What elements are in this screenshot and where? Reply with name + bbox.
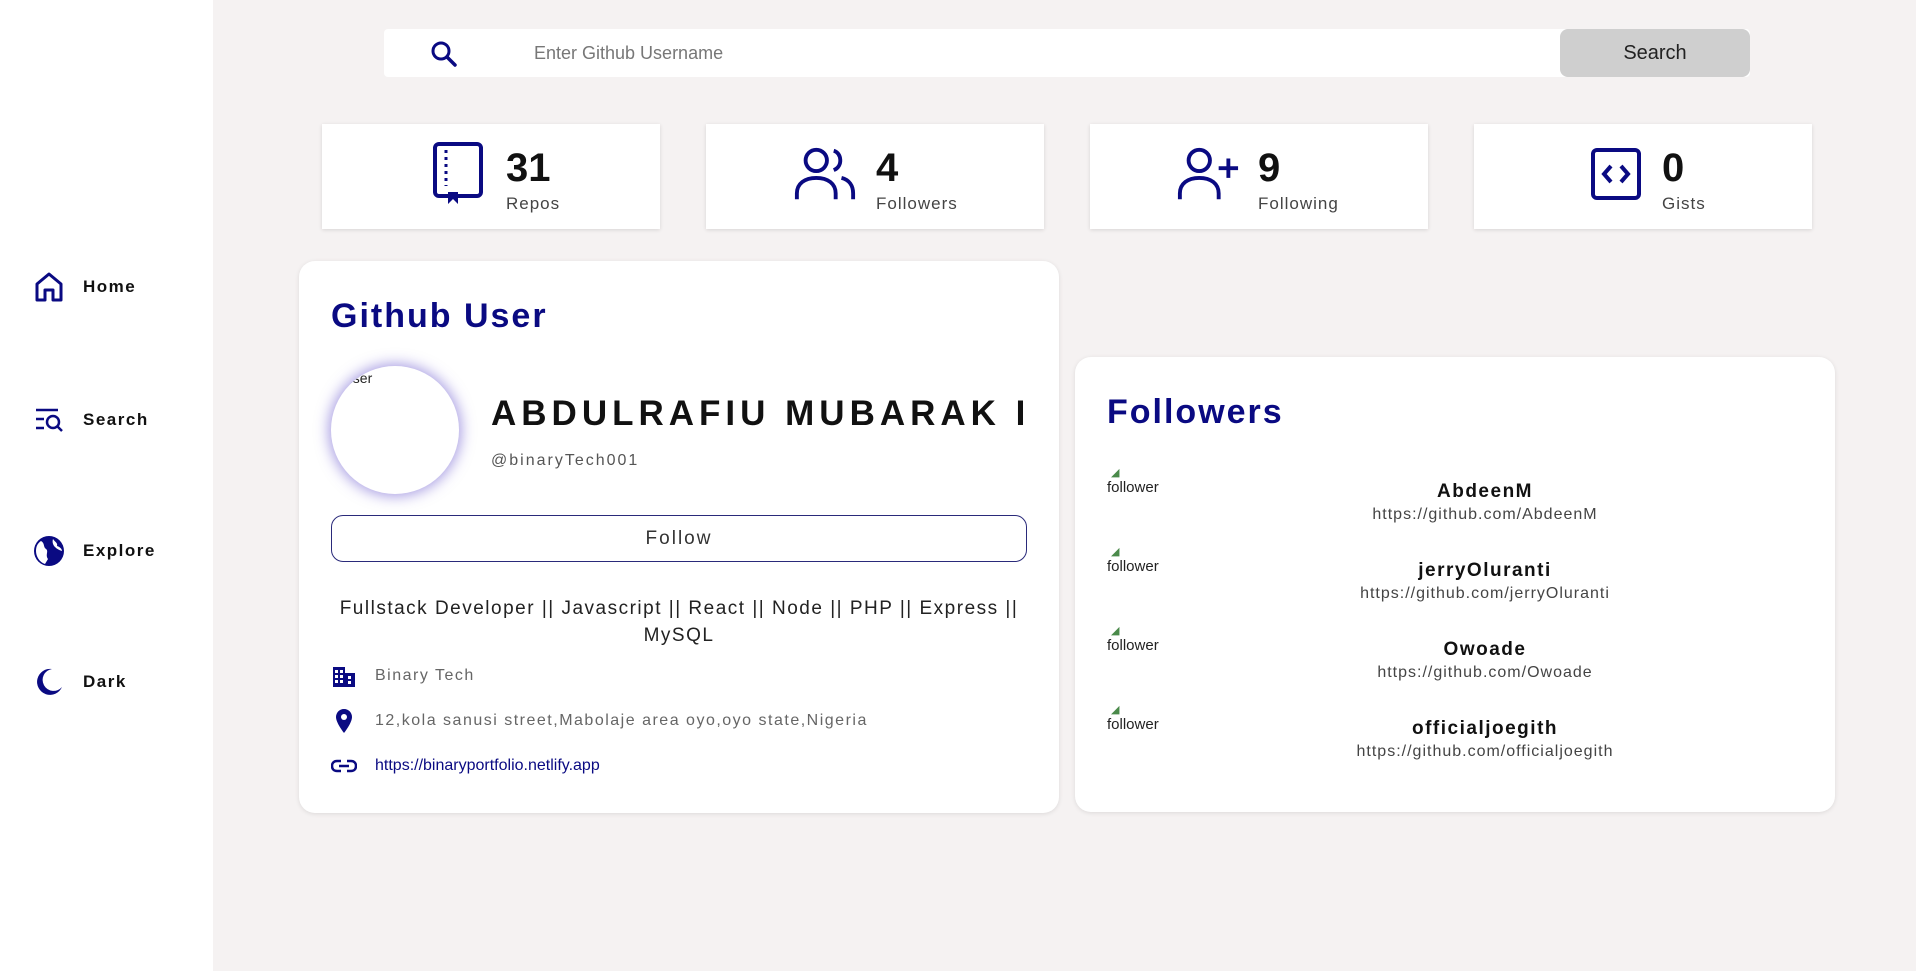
search-list-icon: [33, 404, 65, 436]
follower-url[interactable]: https://github.com/Owoade: [1207, 664, 1763, 682]
follower-url[interactable]: https://github.com/AbdeenM: [1207, 506, 1763, 524]
follower-url[interactable]: https://github.com/officialjoegith: [1207, 743, 1763, 761]
sidebar-item-explore[interactable]: Explore: [33, 535, 156, 567]
stat-card-gists: 0 Gists: [1474, 124, 1812, 229]
user-handle: @binaryTech001: [491, 452, 640, 469]
user-bio: Fullstack Developer || Javascript || Rea…: [339, 598, 1019, 646]
follower-avatar: ◢ follower: [1107, 546, 1177, 586]
stat-value: 9: [1258, 146, 1281, 190]
stat-value: 31: [506, 146, 551, 190]
users-icon: [793, 142, 857, 206]
company-row: Binary Tech: [331, 663, 475, 689]
follower-login: officialjoegith: [1412, 718, 1558, 739]
search-button[interactable]: Search: [1560, 29, 1750, 77]
book-icon: [426, 142, 490, 206]
home-icon: [33, 271, 65, 303]
avatar-alt-text: user: [345, 370, 373, 386]
followers-title: Followers: [1107, 393, 1284, 431]
moon-icon: [33, 666, 65, 698]
location-text: 12,kola sanusi street,Mabolaje area oyo,…: [375, 712, 868, 729]
search-bar: Search: [384, 29, 1750, 77]
blog-link[interactable]: https://binaryportfolio.netlify.app: [375, 757, 600, 775]
company-text: Binary Tech: [375, 667, 475, 684]
sidebar-item-label: Home: [83, 277, 137, 296]
follower-item[interactable]: ◢ follower officialjoegith https://githu…: [1107, 704, 1807, 774]
building-icon: [331, 663, 357, 689]
follower-avatar: ◢ follower: [1107, 625, 1177, 665]
stat-card-followers: 4 Followers: [706, 124, 1044, 229]
user-plus-icon: [1176, 142, 1240, 206]
user-card-title: Github User: [331, 297, 548, 335]
stat-card-repos: 31 Repos: [322, 124, 660, 229]
stat-value: 0: [1662, 146, 1685, 190]
sidebar-item-label: Search: [83, 410, 149, 429]
sidebar-item-label: Explore: [83, 541, 156, 560]
broken-image-icon: ◢: [1111, 546, 1120, 558]
link-icon: [331, 753, 357, 779]
broken-image-icon: ◢: [1111, 467, 1120, 479]
follower-url[interactable]: https://github.com/jerryOluranti: [1207, 585, 1763, 603]
follower-login: jerryOluranti: [1418, 560, 1552, 581]
stat-label: Gists: [1662, 194, 1706, 213]
broken-image-icon: ◢: [1111, 625, 1120, 637]
location-pin-icon: [331, 708, 357, 734]
stat-label: Following: [1258, 194, 1339, 213]
sidebar: Home Search Explore Dark: [0, 0, 213, 971]
code-icon: [1584, 142, 1648, 206]
user-card: Github User user ABDULRAFIU MUBARAK I @b…: [299, 261, 1059, 813]
follow-button[interactable]: Follow: [331, 515, 1027, 562]
follower-item[interactable]: ◢ follower jerryOluranti https://github.…: [1107, 546, 1807, 616]
follower-login: Owoade: [1443, 639, 1527, 660]
stat-value: 4: [876, 146, 899, 190]
stat-label: Repos: [506, 194, 561, 213]
sidebar-item-home[interactable]: Home: [33, 271, 136, 303]
follower-avatar: ◢ follower: [1107, 467, 1177, 507]
search-input[interactable]: [534, 37, 1534, 69]
blog-row: https://binaryportfolio.netlify.app: [331, 753, 600, 779]
followers-card: Followers ◢ follower AbdeenM https://git…: [1075, 357, 1835, 812]
globe-icon: [33, 535, 65, 567]
stat-label: Followers: [876, 194, 958, 213]
user-name: ABDULRAFIU MUBARAK I: [491, 394, 1031, 433]
avatar: user: [331, 366, 459, 494]
location-row: 12,kola sanusi street,Mabolaje area oyo,…: [331, 708, 868, 734]
follower-item[interactable]: ◢ follower Owoade https://github.com/Owo…: [1107, 625, 1807, 695]
sidebar-item-search[interactable]: Search: [33, 404, 149, 436]
broken-image-icon: ◢: [1111, 704, 1120, 716]
follower-item[interactable]: ◢ follower AbdeenM https://github.com/Ab…: [1107, 467, 1807, 537]
sidebar-item-label: Dark: [83, 672, 127, 691]
follower-login: AbdeenM: [1437, 481, 1533, 502]
search-icon[interactable]: [430, 40, 458, 73]
follower-avatar: ◢ follower: [1107, 704, 1177, 744]
sidebar-item-dark[interactable]: Dark: [33, 666, 127, 698]
stat-card-following: 9 Following: [1090, 124, 1428, 229]
